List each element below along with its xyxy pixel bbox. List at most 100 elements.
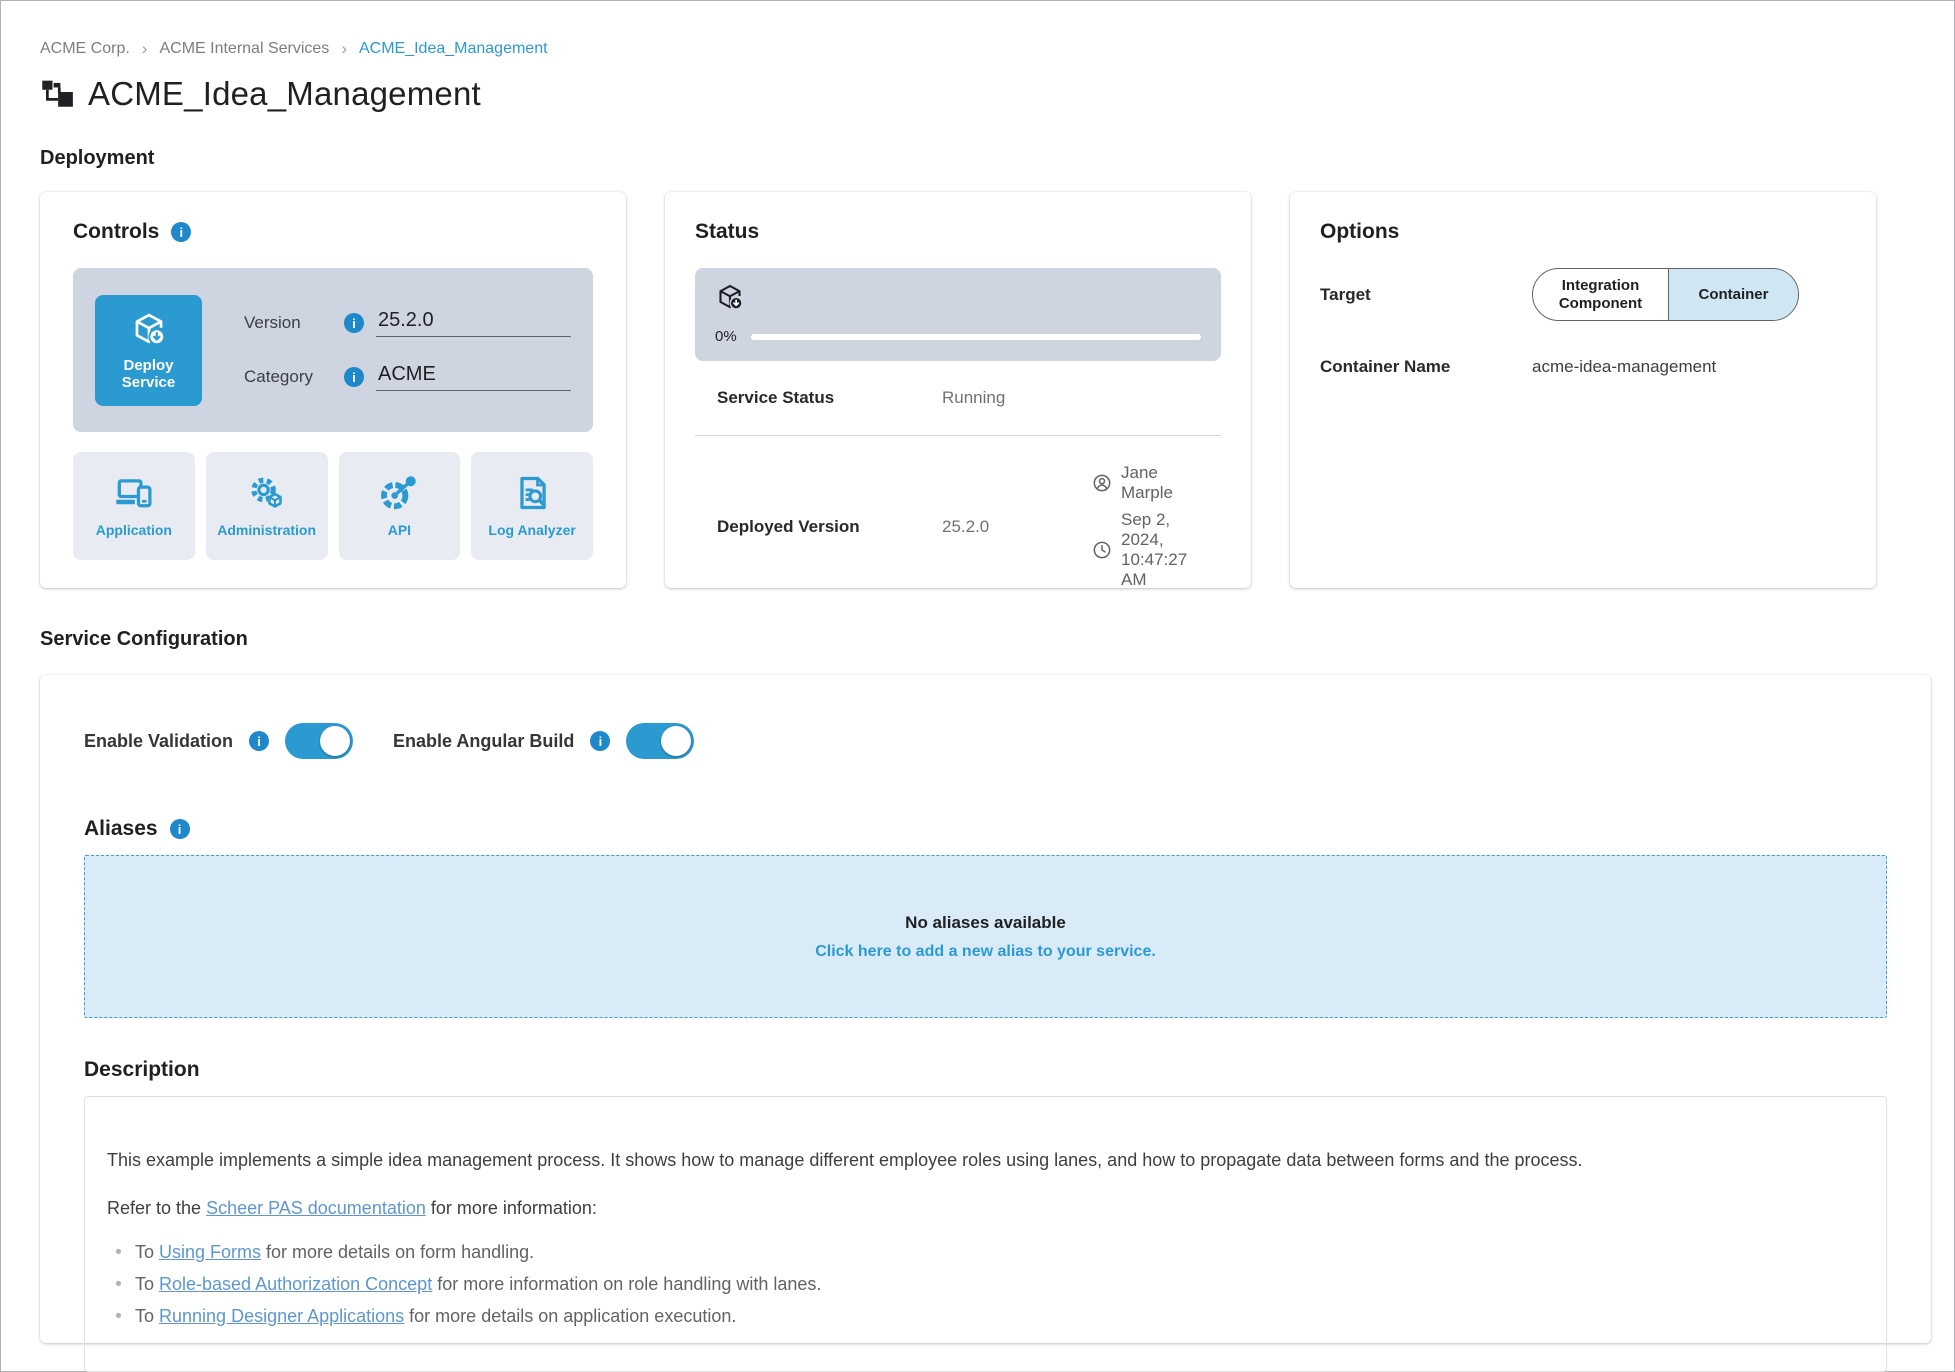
target-label: Target <box>1320 285 1532 305</box>
service-status-row: Service Status Running <box>695 361 1221 436</box>
bullet-prefix: To <box>135 1242 159 1262</box>
target-segmented-control: Integration Component Container <box>1532 268 1799 321</box>
deployed-version-row: Deployed Version 25.2.0 Jane Marple <box>695 436 1221 617</box>
user-icon <box>1092 473 1112 493</box>
controls-info-icon[interactable] <box>171 222 191 242</box>
log-analyzer-icon <box>511 474 553 512</box>
api-button[interactable]: API <box>339 452 461 560</box>
service-configuration-heading: Service Configuration <box>40 628 1954 651</box>
package-download-icon <box>715 282 745 312</box>
version-label: Version <box>244 313 332 333</box>
breadcrumb-item-services[interactable]: ACME Internal Services <box>159 40 329 58</box>
bullet-role-based-auth: To Role-based Authorization Concept for … <box>107 1273 1864 1296</box>
aliases-empty-title: No aliases available <box>905 913 1066 933</box>
progress-bar <box>751 334 1201 340</box>
aliases-empty-dropzone[interactable]: No aliases available Click here to add a… <box>84 855 1887 1018</box>
deployment-cards-row: Controls Deploy Service Versi <box>40 192 1954 588</box>
version-info-icon[interactable] <box>344 313 364 333</box>
clock-icon <box>1092 540 1112 560</box>
category-input[interactable] <box>376 363 571 391</box>
api-label: API <box>388 522 411 538</box>
status-card: Status 0% Service Status Running <box>665 192 1251 588</box>
administration-label: Administration <box>217 522 316 538</box>
controls-title: Controls <box>73 220 159 244</box>
gear-cube-icon <box>246 474 288 512</box>
log-analyzer-button[interactable]: Log Analyzer <box>471 452 593 560</box>
description-paragraph: This example implements a simple idea ma… <box>107 1147 1864 1173</box>
deployed-version-value: 25.2.0 <box>942 517 1092 537</box>
breadcrumb-separator-icon: › <box>142 39 148 59</box>
enable-angular-build-group: Enable Angular Build <box>393 723 694 759</box>
bullet-suffix: for more details on application executio… <box>404 1306 736 1326</box>
container-name-value: acme-idea-management <box>1532 357 1846 377</box>
container-name-label: Container Name <box>1320 357 1532 377</box>
bullet-suffix: for more information on role handling wi… <box>432 1274 821 1294</box>
aliases-heading-row: Aliases <box>84 817 1887 841</box>
service-status-label: Service Status <box>717 388 942 408</box>
application-label: Application <box>96 522 172 538</box>
enable-validation-info-icon[interactable] <box>249 731 269 751</box>
breadcrumb-separator-icon: › <box>341 39 347 59</box>
version-input[interactable] <box>376 309 571 337</box>
bullet-running-designer-apps: To Running Designer Applications for mor… <box>107 1305 1864 1328</box>
bullet-suffix: for more details on form handling. <box>261 1242 534 1262</box>
deployed-at: Sep 2, 2024, 10:47:27 AM <box>1121 510 1211 590</box>
breadcrumb: ACME Corp. › ACME Internal Services › AC… <box>40 39 1954 59</box>
page-title: ACME_Idea_Management <box>88 75 481 113</box>
deployed-version-label: Deployed Version <box>717 517 942 537</box>
description-bullet-list: To Using Forms for more details on form … <box>107 1241 1864 1328</box>
options-title: Options <box>1320 220 1399 244</box>
aliases-title: Aliases <box>84 817 158 841</box>
target-option-integration-component[interactable]: Integration Component <box>1533 269 1668 320</box>
page-title-row: ACME_Idea_Management <box>40 75 1954 113</box>
progress-percent: 0% <box>715 328 737 345</box>
page: ACME Corp. › ACME Internal Services › AC… <box>0 0 1955 1372</box>
enable-validation-toggle[interactable] <box>285 723 353 759</box>
target-option-container[interactable]: Container <box>1668 269 1798 320</box>
description-title: Description <box>84 1058 1887 1082</box>
add-alias-link[interactable]: Click here to add a new alias to your se… <box>815 943 1156 961</box>
options-card: Options Target Integration Component Con… <box>1290 192 1876 588</box>
scheer-pas-documentation-link[interactable]: Scheer PAS documentation <box>206 1198 426 1218</box>
bullet-prefix: To <box>135 1274 159 1294</box>
refer-prefix: Refer to the <box>107 1198 206 1218</box>
deploy-panel: Deploy Service Version Category <box>73 268 593 432</box>
application-button[interactable]: Application <box>73 452 195 560</box>
enable-validation-group: Enable Validation <box>84 723 353 759</box>
aliases-info-icon[interactable] <box>170 819 190 839</box>
controls-action-row: Application Administration <box>73 452 593 560</box>
enable-validation-label: Enable Validation <box>84 731 233 752</box>
enable-angular-build-toggle[interactable] <box>626 723 694 759</box>
description-refer-line: Refer to the Scheer PAS documentation fo… <box>107 1195 1864 1221</box>
service-hierarchy-icon <box>40 76 74 113</box>
role-based-authorization-link[interactable]: Role-based Authorization Concept <box>159 1274 432 1294</box>
deploy-service-button[interactable]: Deploy Service <box>95 295 202 406</box>
description-box: This example implements a simple idea ma… <box>84 1096 1887 1372</box>
status-title: Status <box>695 220 759 244</box>
deploy-service-label: Deploy Service <box>95 357 202 391</box>
service-status-value: Running <box>942 388 1092 408</box>
category-label: Category <box>244 367 332 387</box>
bullet-using-forms: To Using Forms for more details on form … <box>107 1241 1864 1264</box>
refer-suffix: for more information: <box>426 1198 597 1218</box>
administration-button[interactable]: Administration <box>206 452 328 560</box>
breadcrumb-item-current[interactable]: ACME_Idea_Management <box>359 40 548 58</box>
running-designer-applications-link[interactable]: Running Designer Applications <box>159 1306 404 1326</box>
controls-card: Controls Deploy Service Versi <box>40 192 626 588</box>
deployed-by: Jane Marple <box>1121 463 1211 503</box>
enable-angular-build-label: Enable Angular Build <box>393 731 574 752</box>
status-progress-panel: 0% <box>695 268 1221 361</box>
enable-angular-build-info-icon[interactable] <box>590 731 610 751</box>
devices-icon <box>113 474 155 512</box>
deploy-package-icon <box>130 310 168 348</box>
bullet-prefix: To <box>135 1306 159 1326</box>
category-field-row: Category <box>244 363 571 391</box>
service-configuration-card: Enable Validation Enable Angular Build A… <box>40 675 1931 1343</box>
category-info-icon[interactable] <box>344 367 364 387</box>
api-icon <box>378 474 420 512</box>
version-field-row: Version <box>244 309 571 337</box>
breadcrumb-item-org[interactable]: ACME Corp. <box>40 40 130 58</box>
toggles-row: Enable Validation Enable Angular Build <box>84 723 1887 759</box>
target-row: Target Integration Component Container <box>1320 268 1846 321</box>
using-forms-link[interactable]: Using Forms <box>159 1242 261 1262</box>
